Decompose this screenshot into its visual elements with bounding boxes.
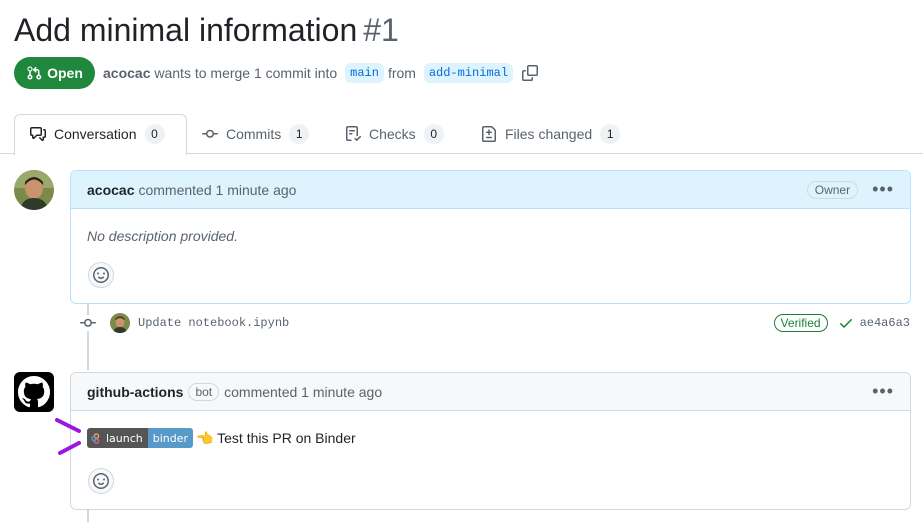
comment-discussion-icon — [30, 127, 46, 141]
avatar[interactable] — [110, 313, 130, 333]
binder-logo-icon — [91, 432, 100, 444]
bot-badge: bot — [188, 382, 220, 401]
tab-checks-count: 0 — [423, 124, 444, 144]
binder-text: 👈 Test this PR on Binder — [196, 429, 356, 446]
verified-badge[interactable]: Verified — [773, 314, 828, 332]
github-logo-icon — [18, 376, 50, 408]
binder-badge[interactable]: launch binder — [87, 428, 194, 448]
comment-header: github-actions bot commented 1 minute ag… — [71, 373, 910, 411]
tab-files-changed-count: 1 — [600, 124, 621, 144]
tab-files-changed-label: Files changed — [505, 126, 593, 142]
tab-files-changed[interactable]: Files changed 1 — [481, 114, 621, 154]
timeline-line-bottom — [87, 509, 89, 522]
tab-conversation-count: 0 — [144, 124, 165, 144]
avatar[interactable] — [14, 170, 54, 210]
tab-commits-count: 1 — [289, 124, 310, 144]
git-pull-request-icon — [27, 66, 42, 80]
pr-title-text: Add minimal information — [14, 12, 358, 48]
comment-author[interactable]: github-actions — [87, 384, 183, 400]
pr-number: #1 — [363, 12, 399, 48]
merge-text: wants to merge 1 commit into — [154, 65, 338, 81]
git-commit-icon — [80, 315, 96, 331]
comment-timestamp: commented 1 minute ago — [224, 383, 383, 400]
comment-timestamp: commented 1 minute ago — [138, 181, 297, 198]
smiley-icon[interactable] — [88, 468, 114, 494]
tab-conversation[interactable]: Conversation 0 — [30, 114, 165, 154]
tab-checks[interactable]: Checks 0 — [345, 114, 444, 154]
comment-body: No description provided. — [87, 228, 238, 244]
head-branch[interactable]: add-minimal — [423, 63, 514, 83]
smiley-icon[interactable] — [88, 262, 114, 288]
kebab-menu-icon[interactable]: ••• — [872, 381, 894, 402]
copy-icon[interactable] — [522, 65, 539, 81]
tab-checks-label: Checks — [369, 126, 416, 142]
commit-sha[interactable]: ae4a6a3 — [860, 316, 910, 330]
comment-owner: acocac commented 1 minute ago Owner ••• … — [70, 170, 911, 304]
tab-commits-label: Commits — [226, 126, 282, 142]
base-branch[interactable]: main — [345, 63, 384, 83]
tab-commits[interactable]: Commits 1 — [202, 114, 310, 154]
kebab-menu-icon[interactable]: ••• — [872, 179, 894, 200]
comment-author[interactable]: acocac — [87, 182, 134, 198]
commit-row: Update notebook.ipynb Verified ae4a6a3 — [80, 313, 910, 333]
file-diff-icon — [482, 126, 496, 142]
binder-badge-left: launch — [106, 431, 143, 445]
tab-conversation-label: Conversation — [54, 126, 137, 142]
pr-author-link[interactable]: acocac — [103, 65, 150, 81]
annotation-arrow-icon — [55, 418, 81, 455]
pr-title: Add minimal information #1 — [14, 10, 399, 50]
github-actions-avatar[interactable] — [14, 372, 54, 412]
check-icon — [839, 319, 852, 328]
binder-badge-right: binder — [147, 428, 194, 448]
pr-meta: acocac wants to merge 1 commit into main… — [103, 63, 539, 83]
comment-header: acocac commented 1 minute ago Owner ••• — [71, 171, 910, 209]
git-commit-icon — [202, 129, 218, 138]
pr-state-label: Open — [47, 65, 83, 81]
comment-body: launch binder 👈 Test this PR on Binder — [71, 411, 910, 448]
commit-message[interactable]: Update notebook.ipynb — [138, 316, 289, 330]
comment-bot: github-actions bot commented 1 minute ag… — [70, 372, 911, 510]
owner-badge: Owner — [806, 180, 859, 199]
pr-state-badge: Open — [14, 57, 95, 89]
from-text: from — [387, 65, 416, 81]
checklist-icon — [346, 126, 361, 141]
